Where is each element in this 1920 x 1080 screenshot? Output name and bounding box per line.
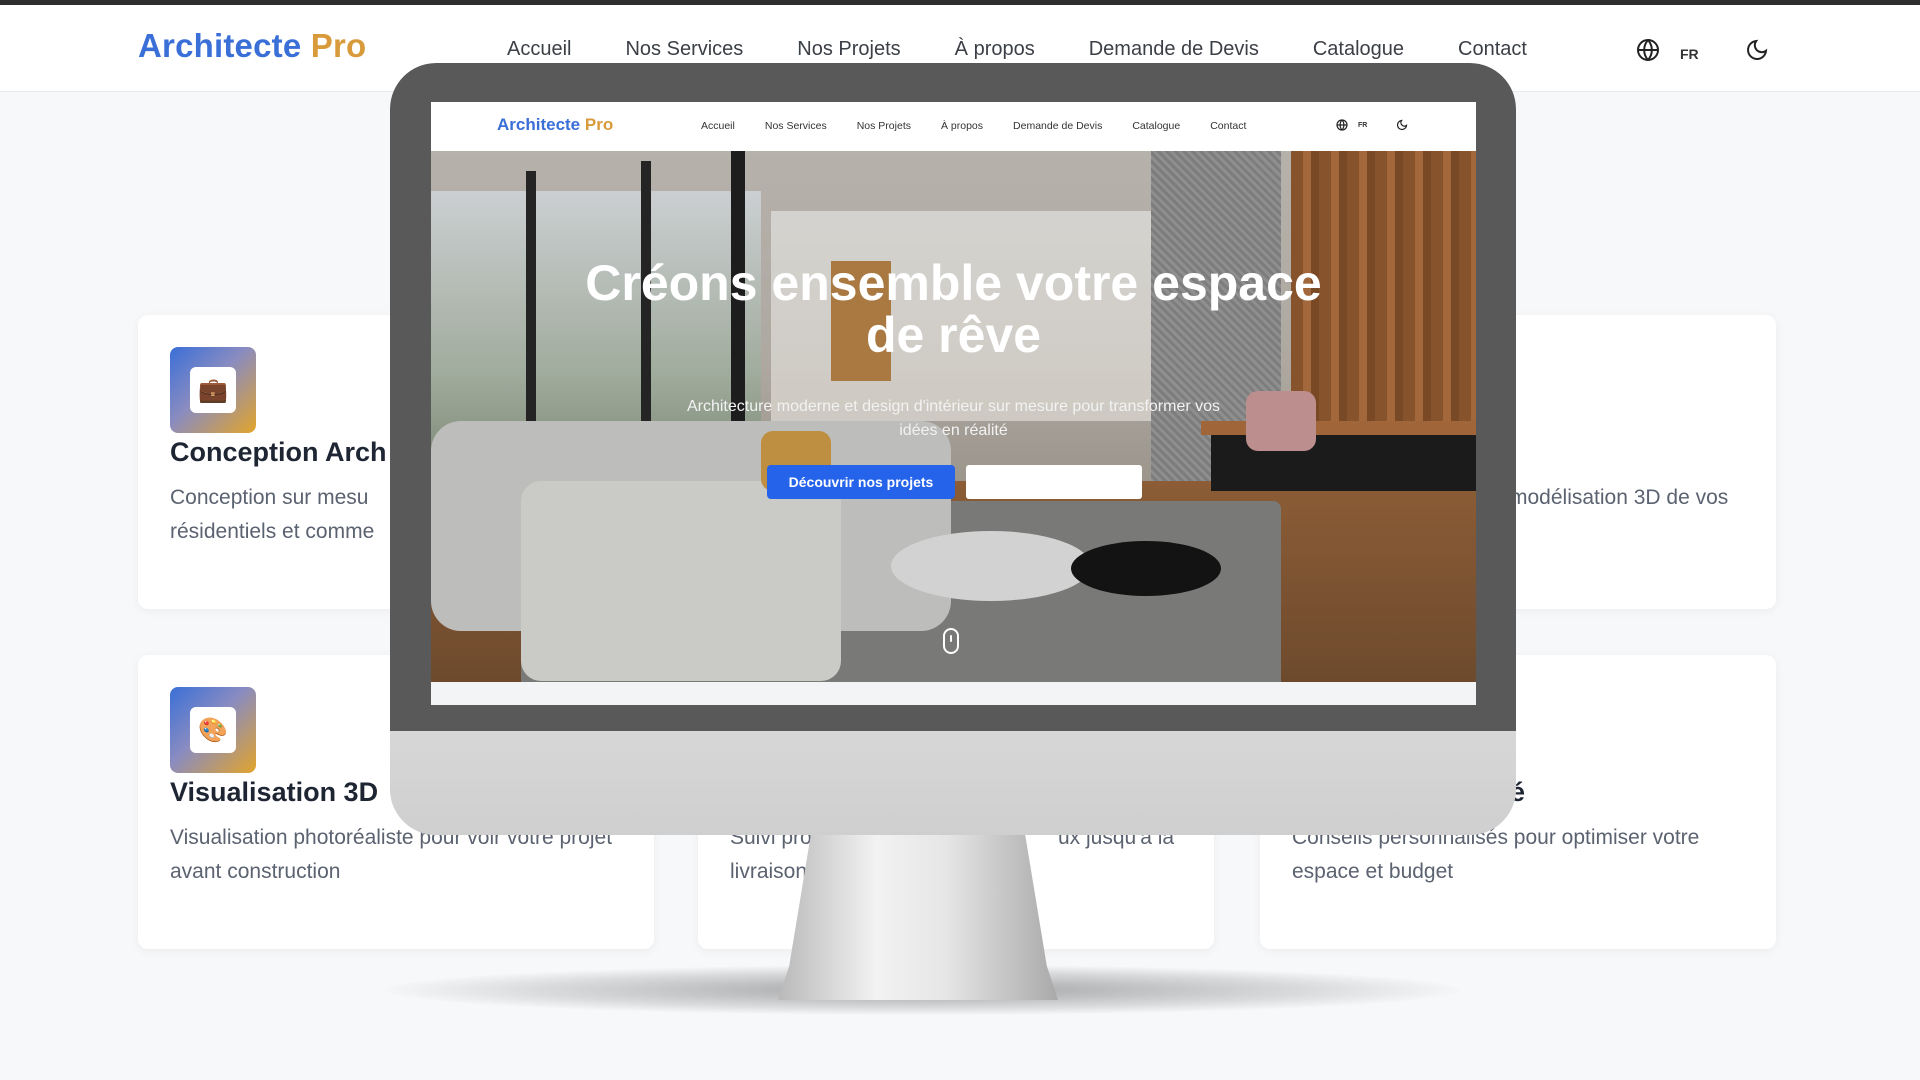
- palette-icon: 🎨: [190, 707, 236, 753]
- nav-contact[interactable]: Contact: [1458, 38, 1527, 61]
- nav-accueil[interactable]: Accueil: [507, 38, 571, 61]
- service-description: modélisation 3D de vos: [1510, 486, 1729, 509]
- preview-nav-contact[interactable]: Contact: [1210, 120, 1246, 132]
- nav-nos-projets[interactable]: Nos Projets: [797, 38, 900, 61]
- secondary-hero-button[interactable]: [966, 465, 1142, 499]
- preview-header: Architecte Pro Accueil Nos Services Nos …: [431, 102, 1476, 152]
- scroll-down-icon[interactable]: [943, 628, 959, 654]
- nav-demande-de-devis[interactable]: Demande de Devis: [1089, 38, 1259, 61]
- preview-language-selector[interactable]: FR: [1358, 122, 1367, 129]
- preview-nav: Accueil Nos Services Nos Projets À propo…: [701, 120, 1276, 132]
- monitor-stand: [778, 830, 1058, 1000]
- preview-nav-accueil[interactable]: Accueil: [701, 120, 735, 132]
- nav-nos-services[interactable]: Nos Services: [625, 38, 743, 61]
- preview-page-bottom: [431, 682, 1476, 705]
- globe-icon[interactable]: [1334, 117, 1350, 133]
- discover-projects-button[interactable]: Découvrir nos projets: [767, 465, 955, 499]
- preview-nav-nos-projets[interactable]: Nos Projets: [857, 120, 911, 132]
- nav-catalogue[interactable]: Catalogue: [1313, 38, 1404, 61]
- monitor-chin: [390, 731, 1516, 835]
- globe-icon[interactable]: [1633, 35, 1663, 65]
- site-logo[interactable]: Architecte Pro: [138, 27, 366, 65]
- preview-nav-demande-de-devis[interactable]: Demande de Devis: [1013, 120, 1102, 132]
- monitor-screen: Architecte Pro Accueil Nos Services Nos …: [431, 102, 1476, 705]
- hero-subtitle: Architecture moderne et design d'intérie…: [686, 398, 1221, 439]
- hero-title: Créons ensemble votre espace de rêve: [585, 255, 1322, 363]
- language-selector[interactable]: FR: [1680, 46, 1699, 62]
- hero-section: Créons ensemble votre espace de rêve Arc…: [431, 151, 1476, 682]
- preview-logo[interactable]: Architecte Pro: [497, 115, 613, 135]
- main-nav: Accueil Nos Services Nos Projets À propo…: [507, 38, 1581, 61]
- moon-icon[interactable]: [1394, 117, 1410, 133]
- service-icon-box: 💼: [170, 347, 256, 433]
- preview-nav-catalogue[interactable]: Catalogue: [1132, 120, 1180, 132]
- service-title: Conception Arch: [170, 437, 387, 467]
- preview-nav-nos-services[interactable]: Nos Services: [765, 120, 827, 132]
- preview-nav-a-propos[interactable]: À propos: [941, 120, 983, 132]
- service-icon-box: 🎨: [170, 687, 256, 773]
- monitor-mockup: Architecte Pro Accueil Nos Services Nos …: [390, 63, 1516, 835]
- moon-icon[interactable]: [1742, 35, 1772, 65]
- service-title: Visualisation 3D: [170, 777, 379, 807]
- briefcase-icon: 💼: [190, 367, 236, 413]
- nav-a-propos[interactable]: À propos: [955, 38, 1035, 61]
